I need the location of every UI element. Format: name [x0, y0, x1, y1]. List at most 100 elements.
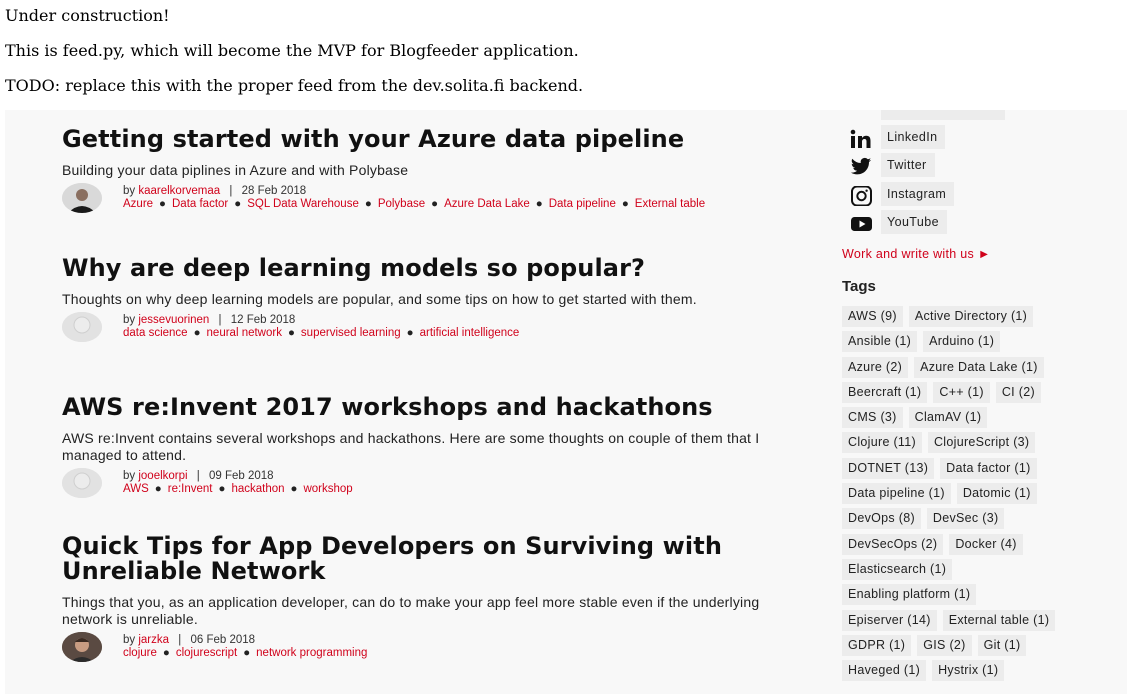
- tag-chip[interactable]: Episerver (14): [842, 609, 937, 631]
- by-label: by: [123, 185, 136, 197]
- tag-link[interactable]: Data pipeline: [549, 198, 616, 210]
- social-link-instagram[interactable]: Instagram: [842, 181, 1042, 211]
- tag-chip[interactable]: Enabling platform (1): [842, 584, 977, 606]
- post-meta: by jooelkorpi | 09 Feb 2018 AWS ● re:Inven…: [62, 468, 812, 500]
- tag-row: Elasticsearch (1): [842, 558, 1112, 584]
- tag-row: AWS (9) Active Directory (1): [842, 306, 1112, 331]
- tag-chip[interactable]: ClamAV (1): [908, 407, 988, 429]
- post-byline: by jarzka | 06 Feb 2018: [123, 634, 812, 647]
- tag-chip[interactable]: Datomic (1): [956, 483, 1037, 505]
- post-tags: Azure ● Data factor ● SQL Data Warehouse ● Pol…: [123, 198, 812, 211]
- tag-link[interactable]: Azure: [123, 198, 153, 210]
- tag-chip[interactable]: Arduino (1): [923, 331, 1001, 353]
- blog-feed-frame[interactable]: Getting started with your Azure data pip…: [5, 110, 1127, 694]
- tag-row: GDPR (1) GIS (2) Git (1): [842, 634, 1112, 660]
- tag-row: DOTNET (13) Data factor (1): [842, 457, 1112, 483]
- author-link[interactable]: jessevuorinen: [138, 314, 209, 326]
- author-link[interactable]: kaarelkorvemaa: [138, 185, 220, 197]
- tag-chip[interactable]: GDPR (1): [842, 634, 912, 656]
- tag-link[interactable]: artificial intelligence: [420, 327, 520, 339]
- post-title-link[interactable]: AWS re:Invent 2017 workshops and hackath…: [62, 395, 812, 420]
- youtube-icon: [850, 214, 872, 234]
- post-title-link[interactable]: Why are deep learning models so popular?: [62, 256, 812, 281]
- author-link[interactable]: jooelkorpi: [138, 470, 187, 482]
- social-link-youtube[interactable]: YouTube: [842, 210, 1042, 239]
- tag-chip[interactable]: Docker (4): [949, 533, 1023, 555]
- work-with-us-label: Work and write with us: [842, 247, 975, 261]
- social-label: Instagram: [881, 181, 955, 206]
- post-title-link[interactable]: Quick Tips for App Developers on Survivi…: [62, 534, 812, 584]
- tag-chip[interactable]: Haveged (1): [842, 660, 927, 682]
- bullet-separator: ●: [218, 483, 226, 495]
- tag-cloud: AWS (9) Active Directory (1) Ansible (1) A…: [842, 306, 1112, 685]
- post-summary: AWS re:Invent contains several workshops…: [62, 430, 760, 463]
- tag-chip[interactable]: Azure (2): [842, 356, 909, 378]
- social-link-clipped[interactable]: [842, 110, 1042, 125]
- post-summary: Things that you, as an application devel…: [62, 594, 760, 627]
- post-title-link[interactable]: Getting started with your Azure data pip…: [62, 127, 812, 152]
- bullet-separator: ●: [364, 198, 372, 210]
- tag-chip[interactable]: C++ (1): [933, 381, 990, 403]
- tag-chip[interactable]: DevSecOps (2): [842, 533, 944, 555]
- tag-chip[interactable]: Data pipeline (1): [842, 483, 951, 505]
- tag-link[interactable]: neural network: [207, 327, 282, 339]
- tag-row: Haveged (1) Hystrix (1): [842, 660, 1112, 685]
- tag-link[interactable]: network programming: [256, 647, 367, 659]
- tag-link[interactable]: AWS: [123, 483, 149, 495]
- tag-row: DevOps (8) DevSec (3): [842, 508, 1112, 533]
- tag-chip[interactable]: AWS (9): [842, 306, 903, 327]
- tag-chip[interactable]: Hystrix (1): [932, 660, 1005, 682]
- tag-chip[interactable]: Active Directory (1): [908, 306, 1034, 327]
- tag-row: Azure (2) Azure Data Lake (1): [842, 356, 1112, 382]
- author-avatar[interactable]: [62, 632, 102, 662]
- tag-chip[interactable]: External table (1): [942, 609, 1056, 631]
- tag-chip[interactable]: CMS (3): [842, 407, 903, 429]
- tag-link[interactable]: External table: [635, 198, 705, 210]
- tag-link[interactable]: hackathon: [231, 483, 284, 495]
- tag-link[interactable]: SQL Data Warehouse: [247, 198, 359, 210]
- post-tags: data science ● neural network ● supervised l…: [123, 327, 812, 340]
- tag-chip[interactable]: Beercraft (1): [842, 381, 928, 403]
- social-label: LinkedIn: [881, 124, 946, 149]
- tag-chip[interactable]: Ansible (1): [842, 331, 918, 353]
- tag-chip[interactable]: DevOps (8): [842, 508, 921, 530]
- author-link[interactable]: jarzka: [138, 634, 169, 646]
- tag-link[interactable]: Azure Data Lake: [444, 198, 530, 210]
- tag-chip[interactable]: Elasticsearch (1): [842, 558, 953, 580]
- author-avatar[interactable]: [62, 312, 102, 342]
- post-meta: by kaarelkorvemaa | 28 Feb 2018 Azure ● Da…: [62, 183, 812, 215]
- tag-link[interactable]: re:Invent: [168, 483, 213, 495]
- post-summary: Thoughts on why deep learning models are…: [62, 291, 697, 307]
- post-date: 12 Feb 2018: [230, 314, 296, 326]
- tag-link[interactable]: Polybase: [378, 198, 425, 210]
- tag-chip[interactable]: Git (1): [977, 634, 1027, 656]
- tag-link[interactable]: workshop: [303, 483, 352, 495]
- tag-chip[interactable]: GIS (2): [917, 634, 972, 656]
- author-avatar[interactable]: [62, 183, 102, 213]
- tag-chip[interactable]: DevSec (3): [926, 508, 1005, 530]
- author-avatar[interactable]: [62, 468, 102, 498]
- social-link-twitter[interactable]: Twitter: [842, 153, 1042, 182]
- work-with-us-link[interactable]: Work and write with us ►: [842, 247, 991, 261]
- tag-chip[interactable]: DOTNET (13): [842, 457, 935, 479]
- intro-line-construction: Under construction!: [5, 6, 170, 25]
- tags-heading: Tags: [842, 278, 876, 295]
- tag-chip[interactable]: CI (2): [995, 381, 1041, 403]
- tag-link[interactable]: clojurescript: [176, 647, 237, 659]
- tag-chip[interactable]: Data factor (1): [940, 457, 1037, 479]
- tag-chip[interactable]: Azure Data Lake (1): [914, 356, 1044, 378]
- tag-chip[interactable]: ClojureScript (3): [927, 432, 1036, 454]
- tag-link[interactable]: supervised learning: [301, 327, 401, 339]
- post-card: Quick Tips for App Developers on Survivi…: [62, 534, 812, 664]
- tag-chip[interactable]: Clojure (11): [842, 432, 922, 454]
- social-label: Twitter: [881, 153, 935, 177]
- by-label: by: [123, 470, 136, 482]
- bullet-separator: ●: [290, 483, 298, 495]
- bullet-separator: ●: [243, 647, 251, 659]
- social-link-linkedin[interactable]: LinkedIn: [842, 124, 1042, 154]
- tag-row: Beercraft (1) C++ (1) CI (2): [842, 381, 1112, 407]
- tag-link[interactable]: data science: [123, 327, 188, 339]
- tag-link[interactable]: clojure: [123, 647, 157, 659]
- bullet-separator: ●: [159, 198, 166, 210]
- tag-link[interactable]: Data factor: [172, 198, 228, 210]
